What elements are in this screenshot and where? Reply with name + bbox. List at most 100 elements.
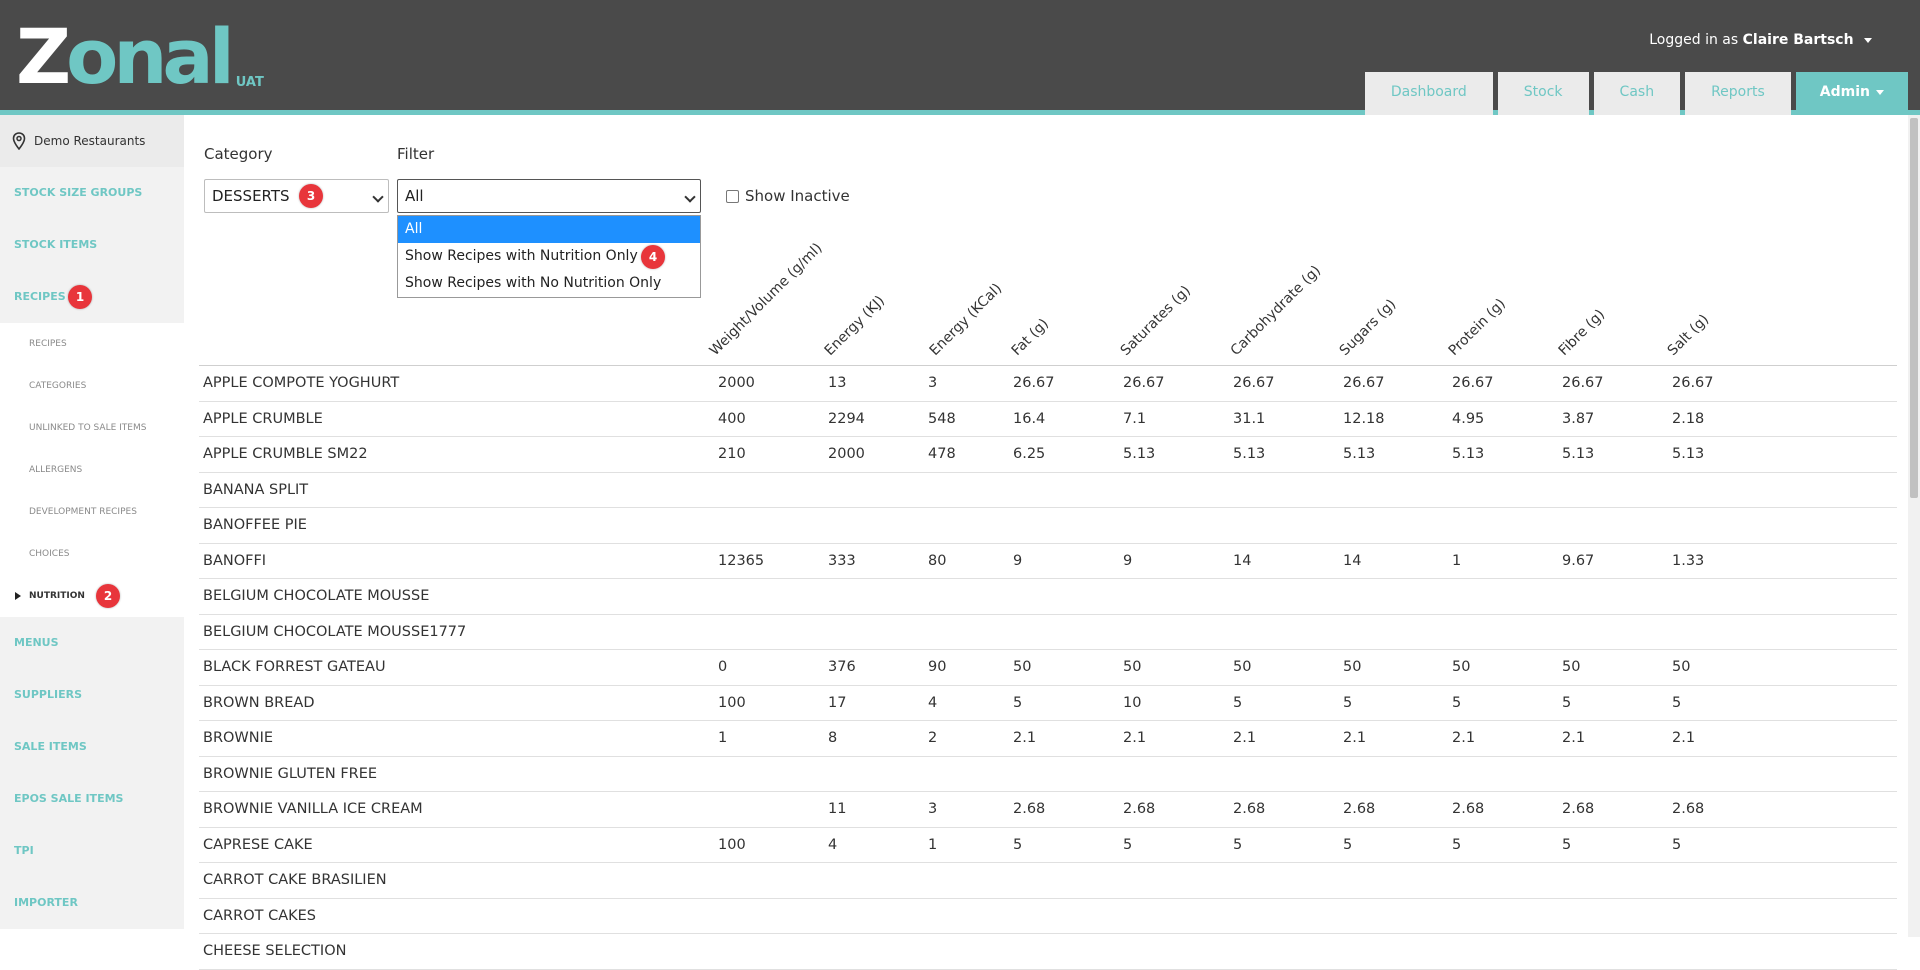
sidebar-subitem-allergens[interactable]: ALLERGENS (0, 449, 184, 491)
nutrition-value-cell: 100 (718, 836, 746, 853)
table-row[interactable]: BANANA SPLIT (199, 473, 1897, 508)
table-row[interactable]: CHEESE SELECTION (199, 934, 1897, 970)
nav-tab-cash[interactable]: Cash (1593, 72, 1681, 115)
nutrition-value-cell: 50 (1452, 659, 1471, 675)
nutrition-value-cell: 210 (718, 446, 746, 462)
step-badge-1: 1 (68, 285, 92, 309)
nutrition-value-cell: 5 (1013, 836, 1023, 853)
nutrition-value-cell: 13 (828, 375, 847, 391)
logo-text: Zonal (16, 12, 235, 101)
nutrition-value-cell: 26.67 (1013, 375, 1055, 391)
nutrition-value-cell: 2.1 (1343, 730, 1367, 746)
sidebar-item-menus[interactable]: MENUS (0, 617, 184, 669)
nutrition-value-cell: 14 (1233, 552, 1252, 569)
nutrition-value-cell: 5.13 (1343, 446, 1376, 462)
logo-environment-label: UAT (235, 75, 264, 90)
nutrition-value-cell: 8 (828, 730, 838, 746)
nav-tab-dashboard[interactable]: Dashboard (1364, 72, 1493, 115)
nutrition-value-cell: 50 (1672, 659, 1691, 675)
nutrition-value-cell: 17 (828, 694, 847, 711)
table-row[interactable]: BELGIUM CHOCOLATE MOUSSE1777 (199, 615, 1897, 650)
nav-tab-reports[interactable]: Reports (1685, 72, 1791, 115)
location-selector[interactable]: Demo Restaurants (0, 115, 184, 167)
recipe-name-cell: BROWNIE (203, 730, 274, 746)
sidebar-subitem-development-recipes[interactable]: DEVELOPMENT RECIPES (0, 491, 184, 533)
nutrition-value-cell: 2.18 (1672, 410, 1705, 427)
nutrition-value-cell: 4 (828, 836, 838, 853)
sidebar-subitem-categories[interactable]: CATEGORIES (0, 365, 184, 407)
filter-dropdown-list: All Show Recipes with Nutrition Only 4 S… (397, 215, 701, 298)
table-row[interactable]: BELGIUM CHOCOLATE MOUSSE (199, 579, 1897, 615)
sidebar-subitem-recipes[interactable]: RECIPES (0, 323, 184, 365)
sidebar-subitem-nutrition[interactable]: NUTRITION 2 (0, 575, 184, 617)
nutrition-value-cell: 6.25 (1013, 446, 1046, 462)
column-header: Fibre (g) (1555, 306, 1609, 359)
column-header: Energy (KJ) (821, 292, 888, 359)
table-row[interactable]: CARROT CAKE BRASILIEN (199, 863, 1897, 899)
sidebar-item-recipes[interactable]: RECIPES 1 (0, 271, 184, 323)
column-header: Salt (g) (1664, 311, 1713, 359)
nutrition-value-cell: 5.13 (1233, 446, 1266, 462)
table-row[interactable]: BROWN BREAD 100 17 4 5 10 5 5 5 5 5 (199, 686, 1897, 721)
zonal-logo[interactable]: Zonal UAT (16, 12, 264, 101)
user-prefix: Logged in as (1649, 32, 1739, 48)
show-inactive-checkbox[interactable] (726, 189, 739, 203)
filter-select[interactable]: All (397, 179, 701, 213)
nutrition-value-cell: 2.1 (1672, 730, 1696, 746)
table-row[interactable]: BROWNIE VANILLA ICE CREAM 11 3 2.68 2.68 2.68… (199, 792, 1897, 828)
nutrition-value-cell: 1 (718, 730, 728, 746)
table-row[interactable]: CARROT CAKES (199, 899, 1897, 934)
nutrition-value-cell: 1 (1452, 552, 1462, 569)
table-row[interactable]: APPLE CRUMBLE SM22 210 2000 478 6.25 5.13 5.13… (199, 437, 1897, 473)
nutrition-value-cell: 26.67 (1343, 375, 1385, 391)
nutrition-value-cell: 5 (1233, 694, 1243, 711)
table-header: Weight/Volume (g/ml) Energy (KJ) Energy … (199, 240, 1897, 366)
nutrition-value-cell: 9 (1013, 552, 1023, 569)
sidebar-item-importer[interactable]: IMPORTER (0, 877, 184, 929)
step-badge-3: 3 (299, 184, 323, 208)
filter-option-with-nutrition[interactable]: Show Recipes with Nutrition Only 4 (398, 243, 700, 270)
sidebar-item-epos-sale-items[interactable]: EPOS SALE ITEMS (0, 773, 184, 825)
sidebar-subitem-choices[interactable]: CHOICES (0, 533, 184, 575)
table-row[interactable]: CAPRESE CAKE 100 4 1 5 5 5 5 5 5 5 (199, 828, 1897, 863)
nutrition-value-cell: 26.67 (1672, 375, 1714, 391)
nutrition-value-cell: 11 (828, 801, 847, 817)
main-content: Category Filter DESSERTS 3 All Show Inac… (184, 115, 1904, 970)
nutrition-value-cell: 333 (828, 552, 856, 569)
filter-option-all[interactable]: All (398, 216, 700, 243)
nutrition-value-cell: 50 (1233, 659, 1252, 675)
top-header: Zonal UAT Logged in as Claire Bartsch Da… (0, 0, 1920, 115)
nutrition-value-cell: 2000 (828, 446, 865, 462)
sidebar-item-sale-items[interactable]: SALE ITEMS (0, 721, 184, 773)
filter-option-no-nutrition[interactable]: Show Recipes with No Nutrition Only (398, 270, 700, 297)
table-row[interactable]: APPLE COMPOTE YOGHURT 2000 13 3 26.67 26.67 26… (199, 366, 1897, 402)
nutrition-value-cell: 376 (828, 659, 856, 675)
table-row[interactable]: BLACK FORREST GATEAU 0 376 90 50 50 50 50 50 50 50 (199, 650, 1897, 686)
table-row[interactable]: APPLE CRUMBLE 400 2294 548 16.4 7.1 31.1 12.18 4… (199, 402, 1897, 437)
table-row[interactable]: BANOFFI 12365 333 80 9 9 14 14 1 9.67 1.33 (199, 544, 1897, 579)
sidebar-item-suppliers[interactable]: SUPPLIERS (0, 669, 184, 721)
sidebar-item-stock-size-groups[interactable]: STOCK SIZE GROUPS (0, 167, 184, 219)
step-badge-2: 2 (96, 584, 120, 608)
nutrition-value-cell: 5 (1123, 836, 1133, 853)
nutrition-value-cell: 10 (1123, 694, 1142, 711)
scrollbar-thumb[interactable] (1910, 118, 1918, 498)
show-inactive-toggle[interactable]: Show Inactive (726, 187, 850, 205)
nutrition-table-body: APPLE COMPOTE YOGHURT 2000 13 3 26.67 26.67 26… (199, 366, 1897, 970)
nutrition-value-cell: 5 (1343, 836, 1353, 853)
page-scrollbar[interactable] (1908, 115, 1920, 937)
table-row[interactable]: BROWNIE GLUTEN FREE (199, 757, 1897, 792)
nutrition-value-cell: 2294 (828, 410, 865, 427)
sidebar-item-stock-items[interactable]: STOCK ITEMS (0, 219, 184, 271)
sidebar-item-tpi[interactable]: TPI (0, 825, 184, 877)
sidebar: Demo Restaurants STOCK SIZE GROUPS STOCK… (0, 115, 184, 937)
recipe-name-cell: CARROT CAKES (203, 907, 316, 924)
nav-tab-admin[interactable]: Admin (1795, 72, 1908, 115)
category-select[interactable]: DESSERTS 3 (204, 179, 389, 213)
table-row[interactable]: BROWNIE 1 8 2 2.1 2.1 2.1 2.1 2.1 2.1 2.1 (199, 721, 1897, 757)
sidebar-subitem-unlinked[interactable]: UNLINKED TO SALE ITEMS (0, 407, 184, 449)
nutrition-value-cell: 2000 (718, 375, 755, 391)
nav-tab-stock[interactable]: Stock (1497, 72, 1589, 115)
user-menu[interactable]: Logged in as Claire Bartsch (1649, 32, 1872, 48)
table-row[interactable]: BANOFFEE PIE (199, 508, 1897, 544)
